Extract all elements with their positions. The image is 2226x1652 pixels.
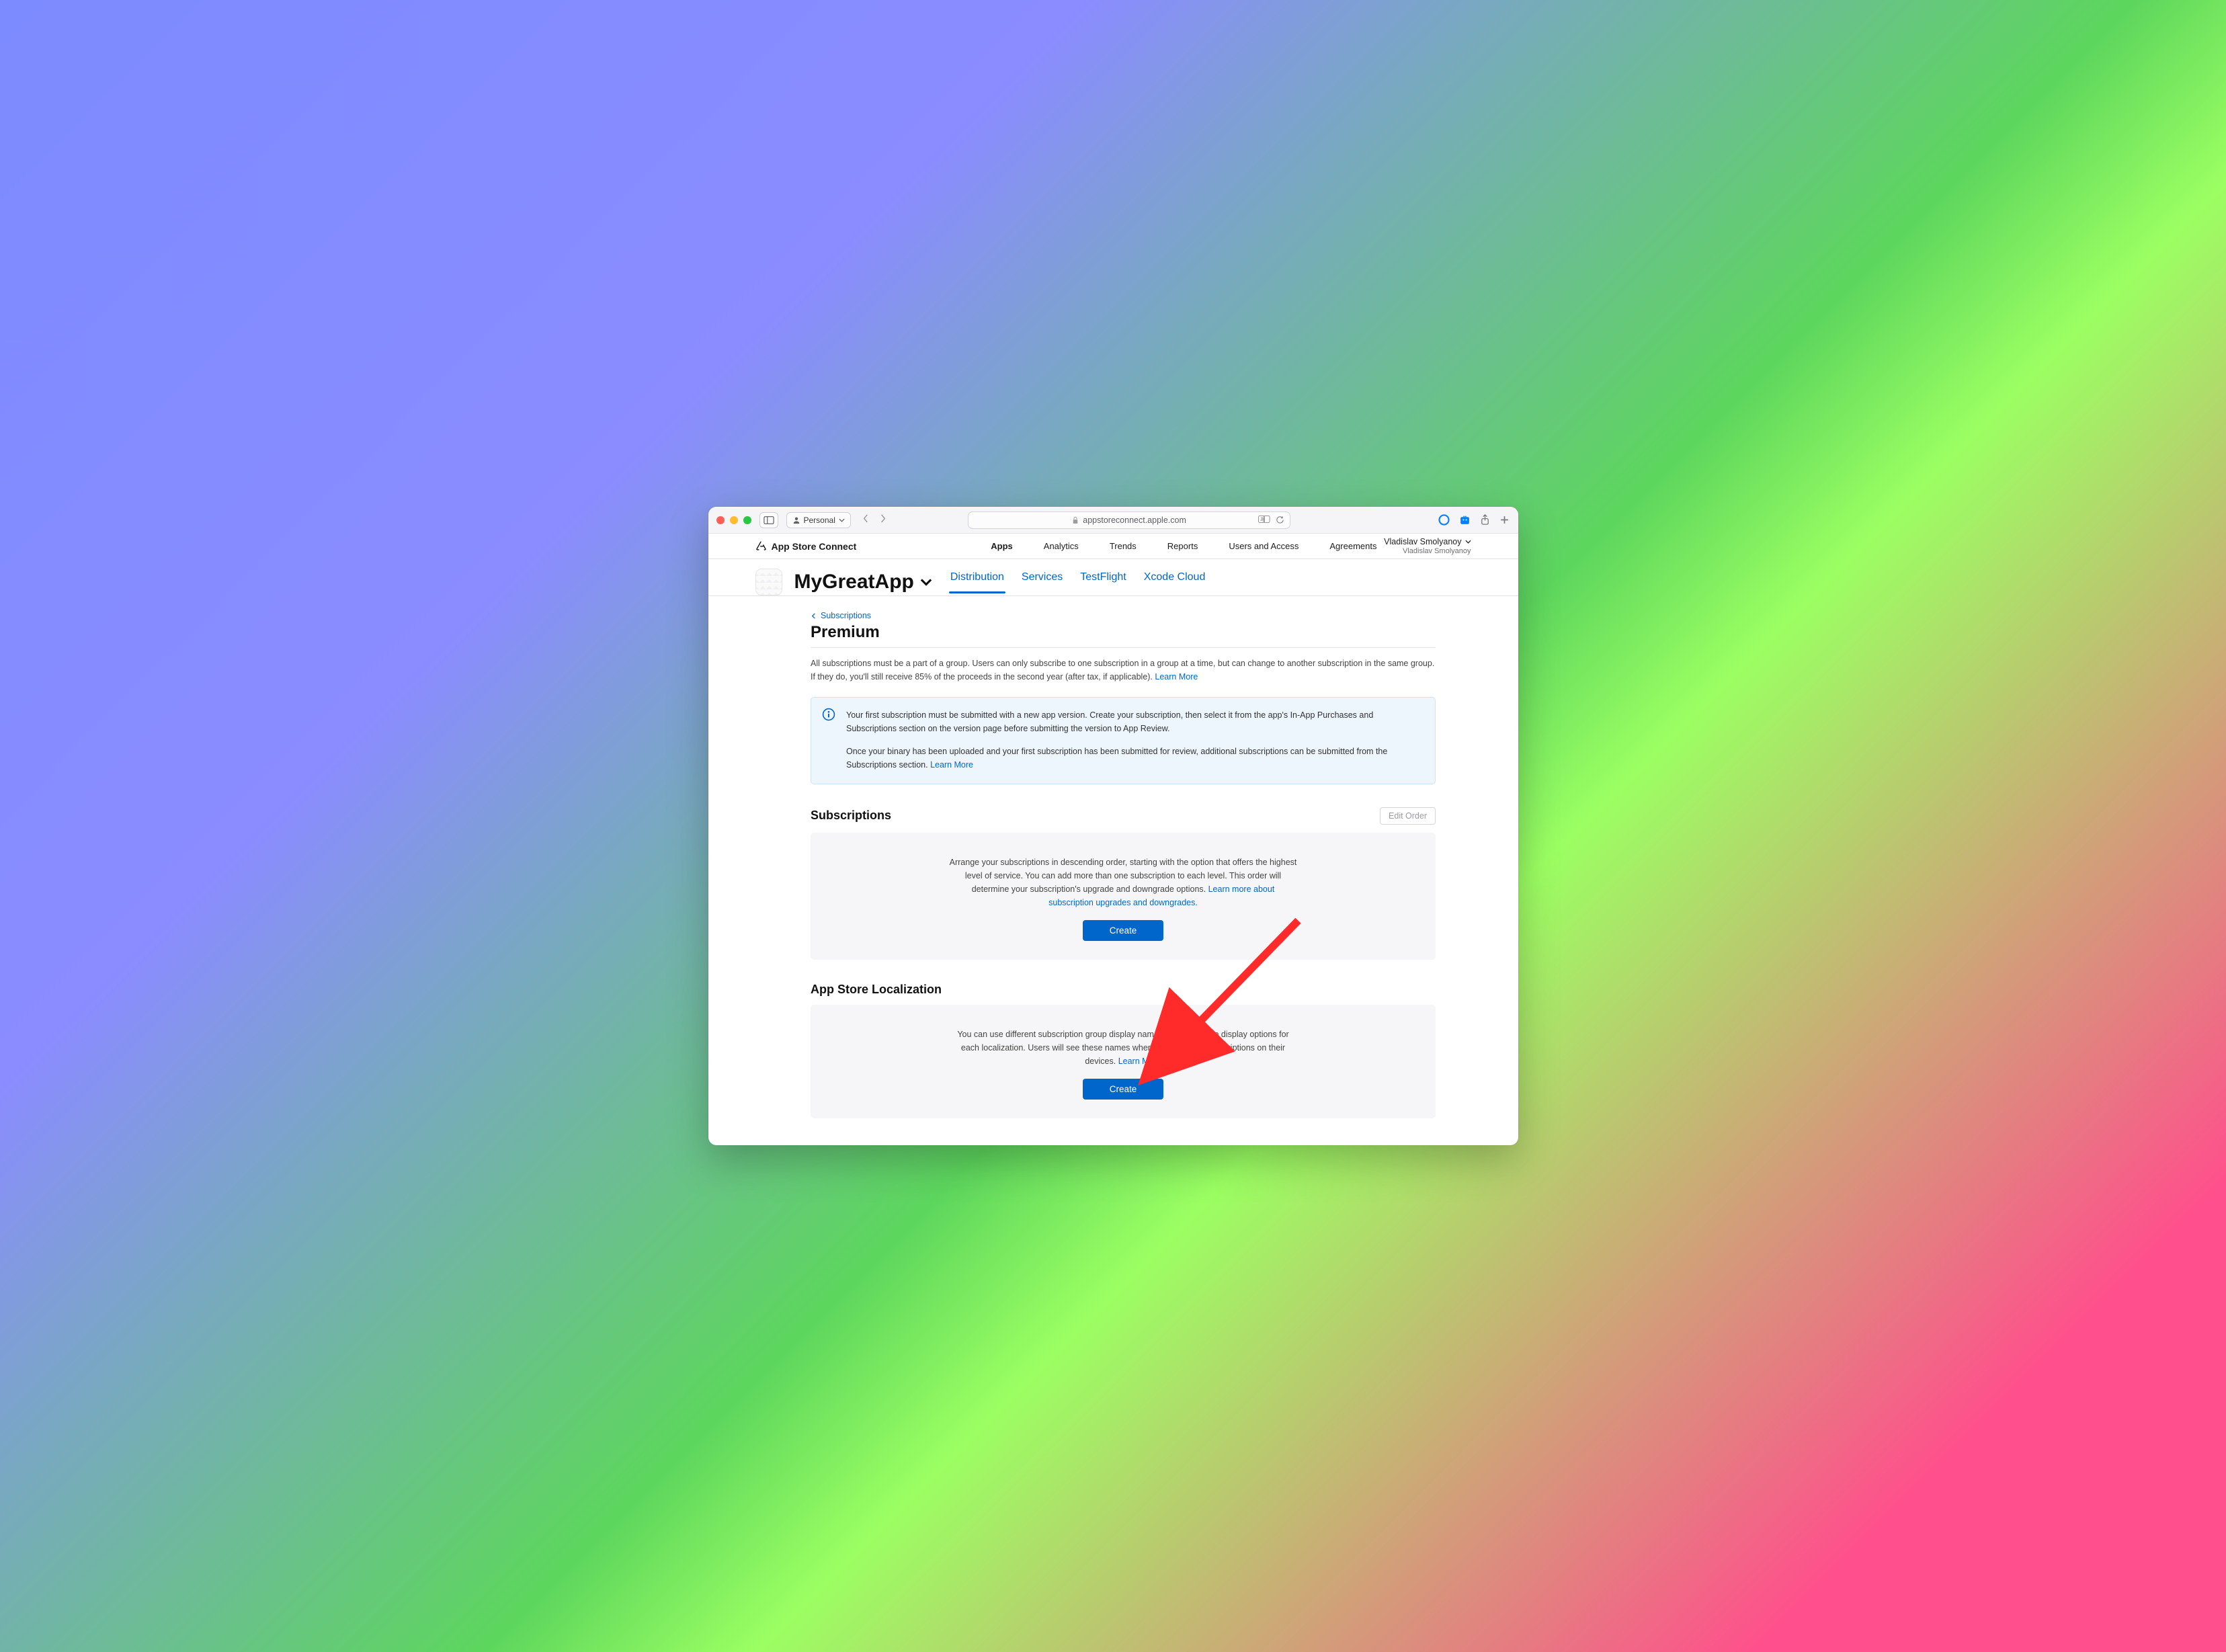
nav-reports[interactable]: Reports	[1167, 541, 1198, 551]
app-bar: MyGreatApp Distribution Services TestFli…	[708, 559, 1518, 596]
asc-brand-label: App Store Connect	[772, 541, 857, 552]
tab-testflight[interactable]: TestFlight	[1079, 571, 1127, 593]
create-localization-button[interactable]: Create	[1083, 1079, 1164, 1100]
nav-analytics[interactable]: Analytics	[1044, 541, 1079, 551]
share-icon[interactable]	[1480, 514, 1490, 526]
localization-panel: You can use different subscription group…	[811, 1005, 1436, 1118]
chevron-down-icon	[1465, 540, 1471, 544]
divider	[811, 647, 1436, 648]
extension-icon[interactable]	[1459, 514, 1471, 526]
chevron-right-icon	[880, 514, 886, 523]
main-content: Subscriptions Premium All subscriptions …	[743, 596, 1483, 1145]
localization-body: You can use different subscription group…	[948, 1028, 1298, 1068]
chevron-down-icon	[839, 518, 845, 522]
tab-services[interactable]: Services	[1020, 571, 1064, 593]
user-main-label: Vladislav Smolyanoy	[1384, 537, 1461, 547]
chevron-down-icon	[919, 575, 933, 589]
address-url: appstoreconnect.apple.com	[1083, 515, 1186, 525]
browser-toolbar: Personal appstoreconnect.apple.com あ	[708, 507, 1518, 534]
info-callout: Your first subscription must be submitte…	[811, 697, 1436, 784]
breadcrumb[interactable]: Subscriptions	[811, 611, 1436, 620]
maximize-window-icon[interactable]	[743, 516, 751, 524]
nav-agreements[interactable]: Agreements	[1329, 541, 1376, 551]
forward-button[interactable]	[876, 514, 890, 526]
window-controls[interactable]	[716, 516, 751, 524]
appstore-logo-icon	[755, 541, 766, 552]
person-icon	[792, 516, 800, 524]
info-icon	[822, 708, 835, 721]
lock-icon	[1072, 516, 1079, 524]
subscriptions-body: Arrange your subscriptions in descending…	[948, 856, 1298, 909]
info-p2-body: Once your binary has been uploaded and y…	[846, 747, 1387, 770]
asc-brand[interactable]: App Store Connect	[755, 541, 857, 552]
back-button[interactable]	[859, 514, 872, 526]
chevron-left-icon	[863, 514, 868, 523]
nav-apps[interactable]: Apps	[991, 541, 1013, 551]
browser-window: Personal appstoreconnect.apple.com あ	[708, 507, 1518, 1145]
info-p1: Your first subscription must be submitte…	[846, 708, 1423, 735]
loc-learn-more-link[interactable]: Learn More	[1118, 1057, 1161, 1066]
app-name-dropdown[interactable]: MyGreatApp	[794, 571, 933, 593]
subscriptions-heading: Subscriptions	[811, 809, 891, 823]
app-name-label: MyGreatApp	[794, 571, 914, 593]
edit-order-button[interactable]: Edit Order	[1380, 807, 1436, 825]
tab-distribution[interactable]: Distribution	[949, 571, 1005, 593]
svg-text:あ: あ	[1260, 516, 1265, 522]
close-window-icon[interactable]	[716, 516, 725, 524]
chevron-left-icon	[811, 613, 817, 619]
translate-icon[interactable]: あ	[1258, 515, 1270, 523]
app-tabs: Distribution Services TestFlight Xcode C…	[949, 571, 1206, 593]
reload-icon[interactable]	[1276, 515, 1284, 524]
minimize-window-icon[interactable]	[730, 516, 738, 524]
intro-body: All subscriptions must be a part of a gr…	[811, 659, 1434, 681]
asc-header: App Store Connect Apps Analytics Trends …	[708, 534, 1518, 559]
asc-user-menu[interactable]: Vladislav Smolyanoy Vladislav Smolyanoy	[1384, 537, 1471, 556]
nav-trends[interactable]: Trends	[1110, 541, 1137, 551]
intro-text: All subscriptions must be a part of a gr…	[811, 657, 1436, 684]
profile-label: Personal	[804, 515, 835, 525]
profile-chip[interactable]: Personal	[786, 512, 851, 528]
sidebar-icon	[764, 515, 774, 525]
new-tab-icon[interactable]	[1499, 515, 1510, 525]
app-icon-placeholder	[755, 569, 782, 595]
info-learn-more-link[interactable]: Learn More	[930, 760, 973, 770]
toolbar-right	[1438, 514, 1510, 526]
address-bar[interactable]: appstoreconnect.apple.com あ	[968, 511, 1290, 529]
subscriptions-panel: Arrange your subscriptions in descending…	[811, 833, 1436, 960]
create-subscription-button[interactable]: Create	[1083, 920, 1164, 941]
info-p2: Once your binary has been uploaded and y…	[846, 745, 1423, 772]
sidebar-toggle-button[interactable]	[759, 512, 778, 528]
tab-xcodecloud[interactable]: Xcode Cloud	[1143, 571, 1207, 593]
user-sub-label: Vladislav Smolyanoy	[1384, 547, 1471, 556]
asc-nav: Apps Analytics Trends Reports Users and …	[991, 541, 1376, 551]
localization-header: App Store Localization	[811, 983, 1436, 997]
subscriptions-header: Subscriptions Edit Order	[811, 807, 1436, 825]
nav-arrows	[859, 514, 890, 526]
localization-heading: App Store Localization	[811, 983, 942, 997]
page-title: Premium	[811, 623, 1436, 642]
download-icon[interactable]	[1438, 514, 1450, 526]
intro-learn-more-link[interactable]: Learn More	[1155, 672, 1198, 682]
nav-users[interactable]: Users and Access	[1229, 541, 1298, 551]
breadcrumb-label: Subscriptions	[821, 611, 871, 620]
